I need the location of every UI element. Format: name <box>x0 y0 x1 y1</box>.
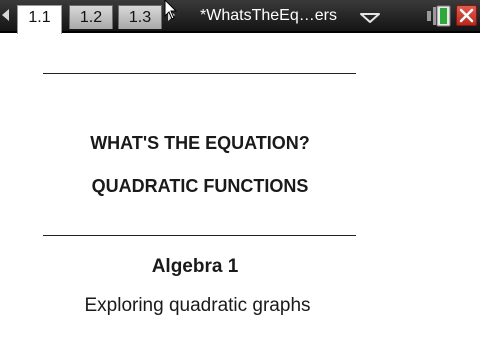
divider-top <box>43 73 356 74</box>
tab-1-3[interactable]: 1.3 <box>118 5 162 29</box>
battery-icon <box>427 5 451 27</box>
tab-label: 1.2 <box>79 9 103 26</box>
tab-1-2[interactable]: 1.2 <box>69 5 113 29</box>
page-content: WHAT'S THE EQUATION? QUADRATIC FUNCTIONS… <box>0 35 480 360</box>
activity-description: Exploring quadratic graphs <box>84 295 311 316</box>
tab-bar: 1.1 1.2 1.3 *WhatsTheEq…ers <box>0 0 480 34</box>
course-label: Algebra 1 <box>151 256 239 277</box>
triangle-left-icon[interactable] <box>2 9 9 21</box>
tab-label: 1.3 <box>128 9 152 26</box>
page-title: WHAT'S THE EQUATION? <box>90 133 310 153</box>
document-title[interactable]: *WhatsTheEq…ers <box>200 6 337 26</box>
chevron-down-icon[interactable] <box>360 13 380 23</box>
tab-1-1[interactable]: 1.1 <box>17 5 62 34</box>
divider-bottom <box>43 235 356 236</box>
close-x-glyph <box>459 8 474 23</box>
screen: 1.1 1.2 1.3 *WhatsTheEq…ers WHAT'S THE E… <box>0 0 480 360</box>
close-icon[interactable] <box>456 5 477 26</box>
tab-label: 1.1 <box>28 9 51 26</box>
mouse-cursor-icon <box>164 0 178 20</box>
page-subtitle-heading: QUADRATIC FUNCTIONS <box>91 176 309 196</box>
